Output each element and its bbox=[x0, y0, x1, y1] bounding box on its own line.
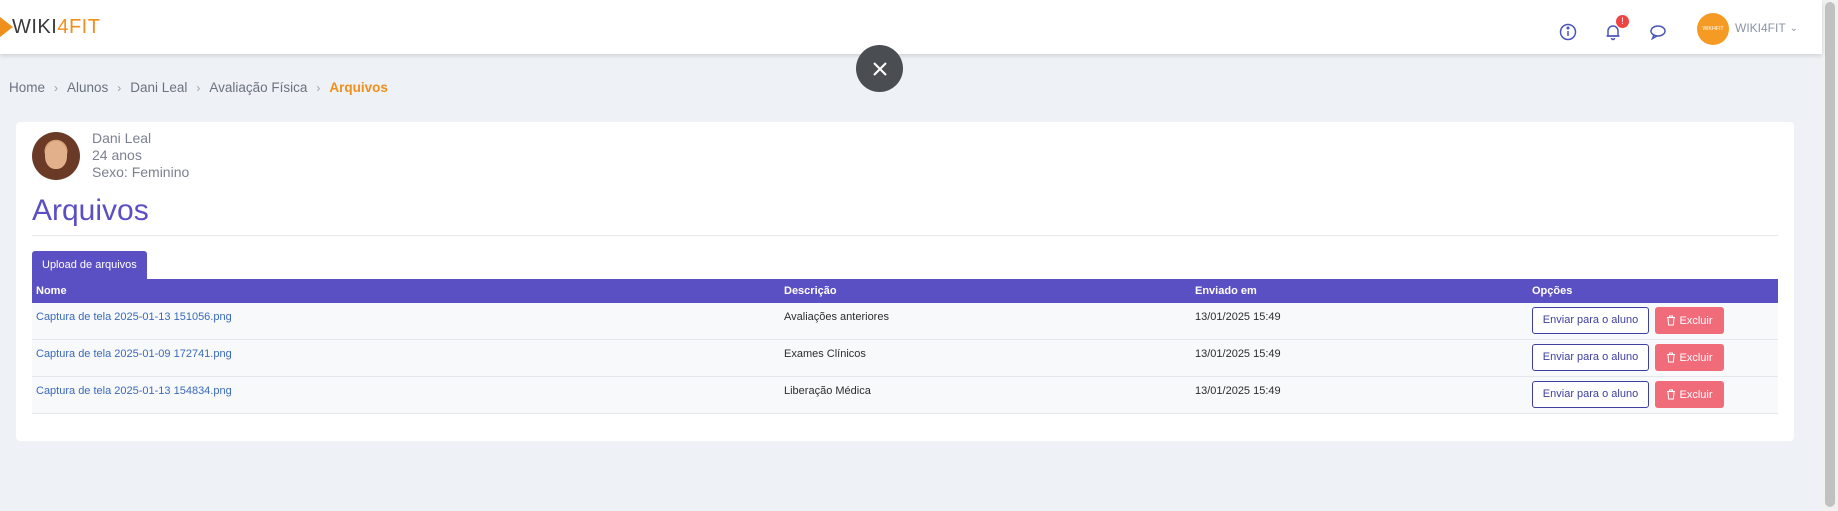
page-scrollbar[interactable] bbox=[1822, 0, 1838, 511]
scrollbar-thumb[interactable] bbox=[1825, 2, 1835, 507]
info-icon[interactable] bbox=[1558, 22, 1578, 42]
user-menu[interactable]: WIKI4FIT ⌄ bbox=[1735, 21, 1798, 35]
chevron-right-icon: › bbox=[196, 80, 201, 95]
delete-button[interactable]: Excluir bbox=[1655, 381, 1724, 408]
chevron-down-icon: ⌄ bbox=[1789, 22, 1799, 34]
chevron-right-icon: › bbox=[117, 80, 122, 95]
trash-icon bbox=[1667, 352, 1676, 363]
file-sent-date: 13/01/2025 15:49 bbox=[1195, 348, 1281, 360]
file-sent-date: 13/01/2025 15:49 bbox=[1195, 385, 1281, 397]
wiki4fit-logo[interactable]: WIKI4FIT bbox=[0, 16, 100, 38]
table-header: Nome Descrição Enviado em Opções bbox=[32, 279, 1778, 303]
logo-text: WIKI4FIT bbox=[12, 15, 101, 38]
breadcrumb-current: Arquivos bbox=[329, 80, 388, 95]
student-name: Dani Leal bbox=[92, 130, 152, 146]
breadcrumb-alunos[interactable]: Alunos bbox=[67, 80, 108, 95]
breadcrumb: Home › Alunos › Dani Leal › Avaliação Fí… bbox=[9, 80, 388, 95]
chat-icon[interactable] bbox=[1648, 22, 1668, 42]
student-sex: Sexo: Feminino bbox=[92, 164, 190, 180]
col-header-options: Opções bbox=[1532, 285, 1573, 297]
file-sent-date: 13/01/2025 15:49 bbox=[1195, 311, 1281, 323]
close-icon bbox=[872, 61, 887, 76]
trash-icon bbox=[1667, 315, 1676, 326]
student-info: Dani Leal 24 anos Sexo: Feminino bbox=[92, 130, 189, 181]
send-to-student-button[interactable]: Enviar para o aluno bbox=[1532, 344, 1649, 371]
notification-badge: ! bbox=[1616, 15, 1629, 28]
file-description: Liberação Médica bbox=[784, 385, 871, 397]
top-navbar: WIKI4FIT ! WIKI4FIT WIKI4FIT ⌄ bbox=[0, 0, 1822, 54]
upload-files-tab[interactable]: Upload de arquivos bbox=[32, 251, 147, 279]
table-row: Captura de tela 2025-01-13 154834.png Li… bbox=[32, 377, 1778, 414]
file-description: Exames Clínicos bbox=[784, 348, 866, 360]
breadcrumb-avaliacao[interactable]: Avaliação Física bbox=[209, 80, 307, 95]
col-header-description: Descrição bbox=[784, 285, 837, 297]
file-name-link[interactable]: Captura de tela 2025-01-09 172741.png bbox=[36, 348, 232, 360]
send-to-student-button[interactable]: Enviar para o aluno bbox=[1532, 307, 1649, 334]
student-age: 24 anos bbox=[92, 147, 142, 163]
delete-button[interactable]: Excluir bbox=[1655, 307, 1724, 334]
col-header-name: Nome bbox=[36, 285, 67, 297]
file-name-link[interactable]: Captura de tela 2025-01-13 151056.png bbox=[36, 311, 232, 323]
student-avatar bbox=[32, 132, 80, 180]
file-name-link[interactable]: Captura de tela 2025-01-13 154834.png bbox=[36, 385, 232, 397]
breadcrumb-home[interactable]: Home bbox=[9, 80, 45, 95]
chevron-right-icon: › bbox=[54, 80, 59, 95]
col-header-sent: Enviado em bbox=[1195, 285, 1257, 297]
table-row: Captura de tela 2025-01-09 172741.png Ex… bbox=[32, 340, 1778, 377]
files-card: Dani Leal 24 anos Sexo: Feminino Arquivo… bbox=[16, 122, 1794, 441]
trash-icon bbox=[1667, 389, 1676, 400]
user-avatar[interactable]: WIKI4FIT bbox=[1697, 13, 1729, 45]
user-name: WIKI4FIT bbox=[1735, 21, 1786, 35]
divider bbox=[32, 235, 1778, 236]
delete-button[interactable]: Excluir bbox=[1655, 344, 1724, 371]
chevron-right-icon: › bbox=[316, 80, 321, 95]
close-button[interactable] bbox=[856, 45, 903, 92]
table-row: Captura de tela 2025-01-13 151056.png Av… bbox=[32, 303, 1778, 340]
breadcrumb-student[interactable]: Dani Leal bbox=[130, 80, 187, 95]
files-table: Nome Descrição Enviado em Opções Captura… bbox=[32, 279, 1778, 414]
notification-bell-icon[interactable]: ! bbox=[1603, 15, 1629, 42]
file-description: Avaliações anteriores bbox=[784, 311, 889, 323]
send-to-student-button[interactable]: Enviar para o aluno bbox=[1532, 381, 1649, 408]
page-title: Arquivos bbox=[32, 194, 149, 227]
